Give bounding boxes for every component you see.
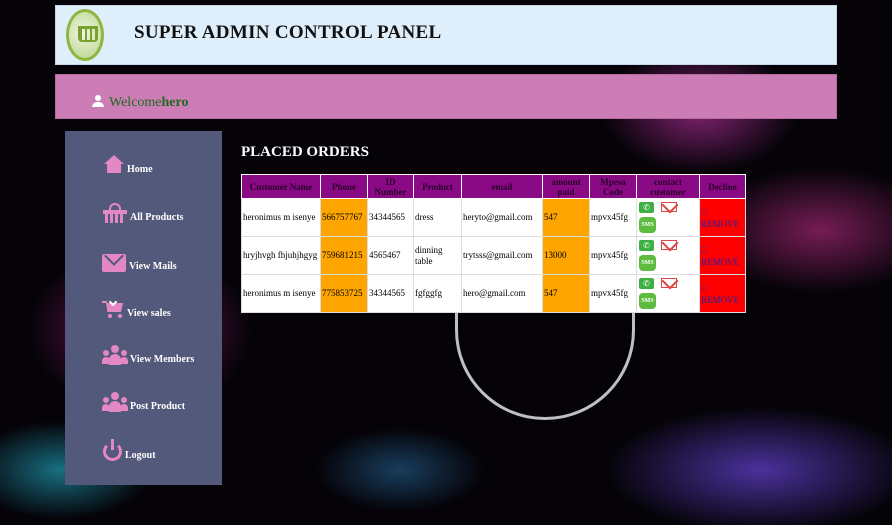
phone-icon[interactable]: ✆	[639, 202, 654, 213]
product-cell: dress	[413, 198, 462, 237]
gmail-icon[interactable]	[661, 202, 677, 212]
gmail-icon[interactable]	[661, 278, 677, 288]
home-icon	[102, 155, 126, 175]
user-icon	[92, 95, 104, 107]
welcome-bar: Welcomehero	[55, 74, 837, 119]
remove-link[interactable]: REMOVE	[701, 219, 739, 229]
sidebar-item-home[interactable]: Home	[102, 155, 153, 175]
sidebar: Home All Products View Mails View sales	[65, 131, 222, 485]
decline-cell: □ REMOVE	[699, 198, 746, 237]
amount-cell: 547	[542, 198, 590, 237]
phone-cell: 566757767	[320, 198, 368, 237]
column-header: contact customer	[636, 174, 700, 199]
sidebar-item-view-sales[interactable]: View sales	[102, 297, 171, 319]
column-header: Decline	[699, 174, 746, 199]
decline-cell: □ REMOVE	[699, 274, 746, 313]
page-title: PLACED ORDERS	[241, 144, 369, 160]
phone-icon[interactable]: ✆	[639, 240, 654, 251]
users-icon	[102, 392, 129, 412]
mpesa-code-cell: mpvx45fg	[589, 236, 637, 275]
contact-customer-cell: ✆ SMS	[636, 274, 700, 313]
amount-cell: 13000	[542, 236, 590, 275]
users-icon	[102, 345, 129, 365]
sidebar-item-all-products[interactable]: All Products	[102, 203, 183, 223]
id-number-cell: 34344565	[367, 274, 414, 313]
table-row: heronimus m isenye 775853725 34344565 fg…	[241, 274, 746, 313]
phone-icon[interactable]: ✆	[639, 278, 654, 289]
column-header: amount paid	[542, 174, 590, 199]
product-cell: dinning table	[413, 236, 462, 275]
email-cell: heryto@gmail.com	[461, 198, 543, 237]
gmail-icon[interactable]	[661, 240, 677, 250]
contact-customer-cell: ✆ SMS	[636, 198, 700, 237]
background-apple-logo	[455, 300, 635, 420]
sidebar-item-view-members[interactable]: View Members	[102, 345, 194, 365]
product-cell: fgfggfg	[413, 274, 462, 313]
welcome-message: Welcomehero	[109, 95, 189, 110]
table-row: heronimus m isenye 566757767 34344565 dr…	[241, 198, 746, 237]
remove-link[interactable]: REMOVE	[701, 295, 739, 305]
column-header: Product	[413, 174, 462, 199]
sms-icon[interactable]: SMS	[639, 255, 656, 271]
table-header-row: Customer Name Phone ID Number Product em…	[241, 174, 746, 199]
column-header: Customer Name	[241, 174, 321, 199]
mpesa-code-cell: mpvx45fg	[589, 198, 637, 237]
column-header: Mpesa Code	[589, 174, 637, 199]
basket-icon	[102, 203, 129, 223]
header-title: SUPER ADMIN CONTROL PANEL	[134, 22, 442, 43]
customer-name-cell: heronimus m isenye	[241, 274, 321, 313]
sms-icon[interactable]: SMS	[639, 293, 656, 309]
column-header: email	[461, 174, 543, 199]
sidebar-item-view-mails[interactable]: View Mails	[102, 246, 177, 272]
customer-name-cell: heronimus m isenye	[241, 198, 321, 237]
envelope-icon	[102, 246, 128, 272]
phone-cell: 759681215	[320, 236, 368, 275]
table-row: hryjhvgh fhjuhjhgyg 759681215 4565467 di…	[241, 236, 746, 275]
sidebar-item-post-product[interactable]: Post Product	[102, 392, 185, 412]
column-header: ID Number	[367, 174, 414, 199]
sidebar-item-logout[interactable]: Logout	[102, 439, 156, 461]
orders-table: Customer Name Phone ID Number Product em…	[241, 174, 746, 313]
mpesa-code-cell: mpvx45fg	[589, 274, 637, 313]
contact-customer-cell: ✆ SMS	[636, 236, 700, 275]
remove-link[interactable]: REMOVE	[701, 257, 739, 267]
phone-cell: 775853725	[320, 274, 368, 313]
power-icon	[102, 439, 124, 461]
header-bar: SUPER ADMIN CONTROL PANEL	[55, 5, 837, 65]
sms-icon[interactable]: SMS	[639, 217, 656, 233]
email-cell: hero@gmail.com	[461, 274, 543, 313]
amount-cell: 547	[542, 274, 590, 313]
customer-name-cell: hryjhvgh fhjuhjhgyg	[241, 236, 321, 275]
email-cell: trytsss@gmail.com	[461, 236, 543, 275]
cart-icon	[102, 297, 126, 319]
welcome-username: hero	[161, 95, 189, 110]
id-number-cell: 4565467	[367, 236, 414, 275]
id-number-cell: 34344565	[367, 198, 414, 237]
decline-cell: □ REMOVE	[699, 236, 746, 275]
column-header: Phone	[320, 174, 368, 199]
cart-logo-icon	[66, 9, 104, 61]
